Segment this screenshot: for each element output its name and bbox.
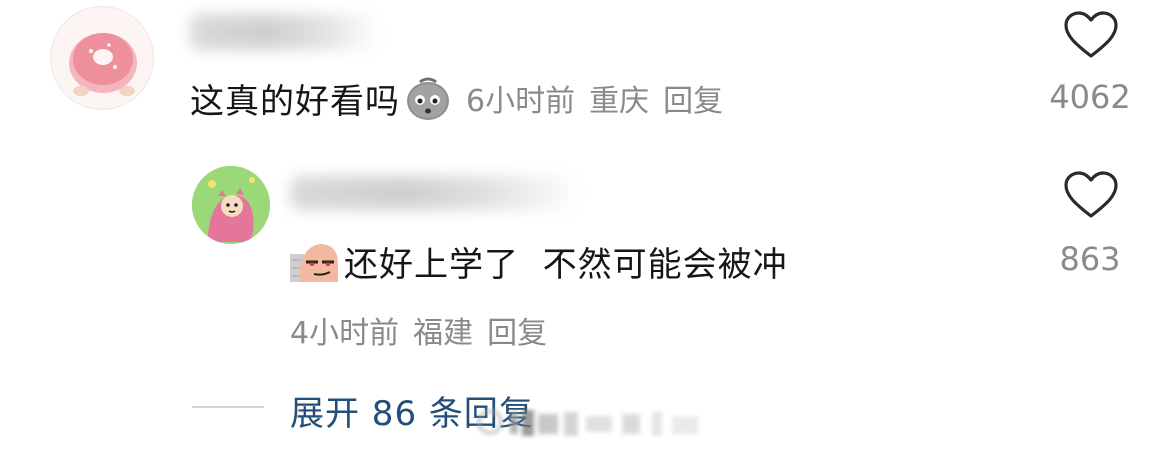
replier-avatar[interactable] (192, 166, 270, 244)
donut-avatar-icon (69, 33, 137, 96)
reply-text: 还好上学了 不然可能会被冲 (344, 244, 788, 285)
comment-time: 6小时前 (466, 84, 576, 119)
sad-potato-emoji-icon (407, 77, 449, 120)
heart-outline-icon (1064, 11, 1118, 58)
commenter-name-blurred[interactable] (190, 14, 380, 50)
watermark-graphic (477, 409, 698, 436)
blurred-watermark (476, 404, 716, 440)
reply-meta-row: 4小时前 福建 回复 (290, 308, 547, 352)
like-count: 4062 (1049, 78, 1131, 116)
reply-location: 福建 (413, 316, 474, 351)
smirk-face-emoji-icon (290, 244, 338, 282)
commenter-avatar[interactable] (50, 6, 154, 110)
comment-text: 这真的好看吗 (190, 81, 400, 122)
like-button[interactable] (1062, 10, 1120, 60)
reply-to-reply-button[interactable]: 回复 (487, 308, 547, 352)
reply-time: 4小时前 (290, 316, 400, 351)
heart-outline-icon (1064, 171, 1118, 218)
reply-button[interactable]: 回复 (663, 76, 723, 120)
replier-name-blurred[interactable] (290, 176, 580, 210)
reply-row: 还好上学了 不然可能会被冲 (290, 238, 788, 285)
expand-divider (192, 406, 264, 408)
comment-location: 重庆 (589, 84, 650, 119)
reply-like-count: 863 (1059, 240, 1121, 278)
comment-row: 这真的好看吗 6小时前 重庆 回复 (190, 76, 723, 122)
reply-like-button[interactable] (1062, 170, 1120, 220)
cartoon-dinosaur-avatar-icon (192, 166, 270, 244)
